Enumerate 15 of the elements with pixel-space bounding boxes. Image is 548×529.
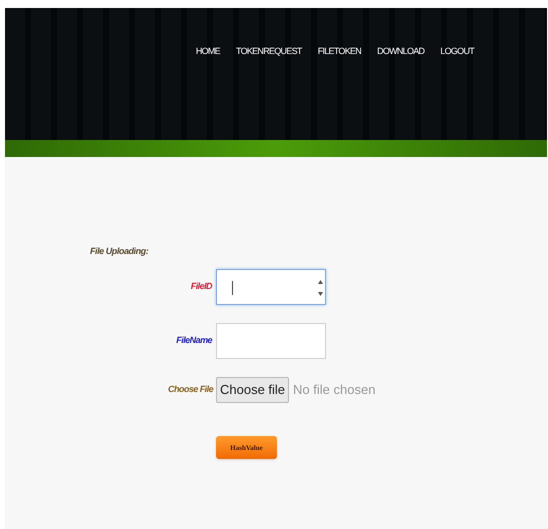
- spinner-icon[interactable]: [318, 280, 323, 296]
- choose-file-button[interactable]: Choose file: [216, 376, 290, 402]
- nav-link[interactable]: LOGOUT: [440, 45, 474, 61]
- nav-link[interactable]: HOME: [196, 45, 220, 61]
- input-field[interactable]: [216, 322, 326, 358]
- form-title: File Uploading:: [90, 245, 150, 258]
- file-status: No file chosen: [293, 380, 376, 399]
- nav-link[interactable]: DOWNLOAD: [377, 45, 424, 61]
- field-label: Choose File: [168, 382, 212, 396]
- nav-link[interactable]: FILETOKEN: [318, 45, 362, 61]
- input-field[interactable]: [216, 268, 326, 304]
- text-cursor-icon: [232, 280, 233, 294]
- field-label: FileID: [190, 280, 212, 293]
- nav-link[interactable]: TOKENREQUEST: [236, 45, 302, 61]
- field-label: FileName: [175, 334, 212, 347]
